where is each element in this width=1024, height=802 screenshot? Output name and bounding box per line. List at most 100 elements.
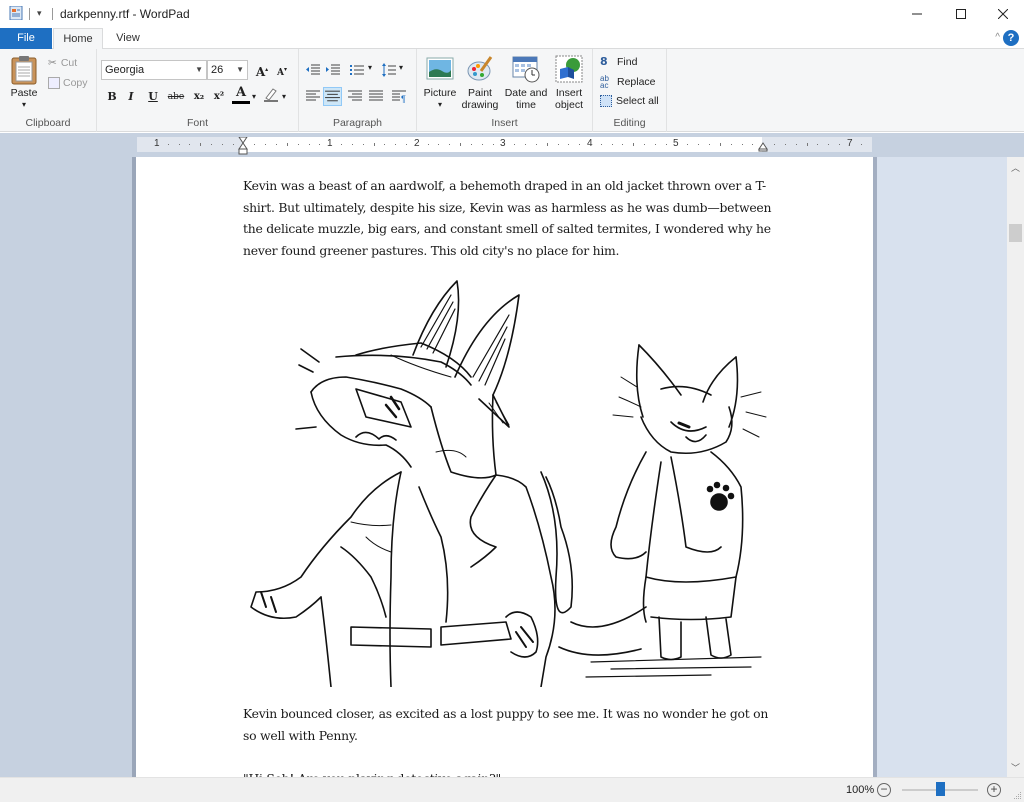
paragraph-group-label: Paragraph bbox=[332, 117, 383, 129]
ruler-tick bbox=[319, 144, 320, 145]
tab-file[interactable]: File bbox=[0, 28, 52, 49]
replace-button[interactable]: ab ac Replace bbox=[600, 75, 656, 90]
ruler-tick bbox=[558, 144, 559, 145]
tab-home[interactable]: Home bbox=[53, 28, 103, 50]
customize-quick-access-button[interactable]: ▾ bbox=[37, 8, 42, 19]
line-spacing-dropdown[interactable]: ▾ bbox=[399, 63, 403, 72]
highlight-color-dropdown[interactable]: ▾ bbox=[280, 87, 288, 107]
date-time-button[interactable]: Date and time bbox=[503, 55, 549, 111]
superscript-button[interactable]: x² bbox=[210, 87, 228, 107]
separator bbox=[52, 8, 53, 20]
bold-button[interactable]: B bbox=[103, 87, 121, 107]
picture-dropdown-arrow[interactable]: ▾ bbox=[421, 99, 459, 111]
document-page[interactable]: Kevin was a beast of an aardwolf, a behe… bbox=[136, 157, 873, 777]
scroll-up-arrow-icon[interactable]: ︿ bbox=[1007, 161, 1024, 175]
paint-palette-icon bbox=[467, 56, 493, 81]
underline-button[interactable]: U bbox=[144, 87, 162, 107]
document-paragraph[interactable]: Kevin was a beast of an aardwolf, a behe… bbox=[243, 175, 783, 262]
ruler-tick bbox=[460, 143, 461, 146]
clipboard-icon bbox=[11, 56, 37, 85]
copy-button[interactable]: Copy bbox=[48, 77, 88, 89]
font-size-value: 26 bbox=[211, 64, 224, 76]
align-right-icon[interactable] bbox=[347, 88, 363, 104]
line-spacing-icon[interactable] bbox=[381, 62, 397, 78]
increase-indent-icon[interactable] bbox=[325, 62, 341, 78]
ruler-tick bbox=[655, 144, 656, 145]
grow-font-button[interactable]: A▴ bbox=[253, 60, 271, 80]
ruler-tick bbox=[828, 144, 829, 145]
resize-grip-icon[interactable] bbox=[1014, 792, 1022, 800]
highlight-color-button[interactable] bbox=[262, 86, 280, 106]
ruler-tick bbox=[287, 143, 288, 146]
scroll-down-arrow-icon[interactable]: ﹀ bbox=[1007, 761, 1024, 775]
highlighter-icon bbox=[264, 88, 278, 102]
ruler-tick bbox=[720, 143, 721, 146]
grow-font-icon: A bbox=[255, 65, 266, 79]
page-shadow-right bbox=[873, 157, 877, 777]
text-color-button[interactable]: A bbox=[232, 85, 250, 104]
replace-label: Replace bbox=[617, 76, 656, 88]
zoom-slider-thumb[interactable] bbox=[936, 782, 945, 796]
decrease-indent-icon[interactable] bbox=[305, 62, 321, 78]
insert-object-button[interactable]: Insert object bbox=[549, 55, 589, 111]
document-paragraph[interactable]: "Hi Seb! Are you playing detective again… bbox=[243, 768, 783, 777]
wordpad-app-icon[interactable] bbox=[9, 6, 23, 20]
ruler-tick bbox=[525, 144, 526, 145]
font-family-select[interactable]: Georgia ▼ bbox=[101, 60, 207, 80]
ruler-tick bbox=[633, 143, 634, 146]
ruler-tick bbox=[514, 144, 515, 145]
editing-group: 𝟴 Find ab ac Replace Select all Editing bbox=[593, 49, 667, 132]
calendar-clock-icon bbox=[512, 56, 540, 83]
italic-button[interactable]: I bbox=[122, 87, 140, 107]
close-button[interactable] bbox=[980, 0, 1024, 28]
strikethrough-button[interactable]: abe bbox=[165, 87, 187, 107]
ruler-tick bbox=[644, 144, 645, 145]
bullet-list-dropdown[interactable]: ▾ bbox=[368, 63, 372, 72]
align-center-icon[interactable] bbox=[323, 87, 342, 106]
clipboard-group-label: Clipboard bbox=[25, 117, 71, 129]
font-size-select[interactable]: 26 ▼ bbox=[207, 60, 248, 80]
cut-button[interactable]: ✂ Cut bbox=[48, 57, 77, 69]
minimize-button[interactable] bbox=[894, 0, 940, 28]
ruler-tick bbox=[817, 144, 818, 145]
bullet-list-icon[interactable] bbox=[349, 62, 365, 78]
insert-object-label-2: object bbox=[554, 99, 584, 111]
paragraph-settings-icon[interactable]: ¶ bbox=[391, 88, 407, 104]
justify-icon[interactable] bbox=[368, 88, 384, 104]
text-color-dropdown[interactable]: ▾ bbox=[250, 87, 258, 107]
date-time-label-1: Date and bbox=[504, 87, 548, 99]
paste-button[interactable]: Paste ▾ bbox=[6, 55, 42, 111]
svg-text:¶: ¶ bbox=[401, 94, 406, 104]
zoom-out-button[interactable]: − bbox=[877, 783, 891, 797]
ruler-tick bbox=[168, 144, 169, 145]
select-all-button[interactable]: Select all bbox=[600, 95, 659, 107]
find-button[interactable]: 𝟴 Find bbox=[600, 55, 637, 69]
tab-view[interactable]: View bbox=[104, 28, 152, 49]
paint-drawing-button[interactable]: Paint drawing bbox=[460, 55, 500, 111]
text-color-icon: A bbox=[235, 85, 247, 100]
insert-picture-button[interactable]: Picture ▾ bbox=[421, 55, 459, 111]
shrink-font-button[interactable]: A▾ bbox=[273, 60, 291, 80]
indent-marker-right[interactable] bbox=[758, 142, 768, 152]
clipboard-group: Paste ▾ ✂ Cut Copy Clipboard bbox=[0, 49, 97, 132]
document-paragraph[interactable]: Kevin bounced closer, as excited as a lo… bbox=[243, 703, 783, 746]
ruler-tick bbox=[687, 144, 688, 145]
ruler-tick bbox=[438, 144, 439, 145]
editing-group-label: Editing bbox=[613, 117, 646, 129]
zoom-in-button[interactable]: + bbox=[987, 783, 1001, 797]
vertical-scrollbar[interactable]: ︿ ﹀ bbox=[1007, 157, 1024, 777]
ruler-tick bbox=[449, 144, 450, 145]
embedded-sketch-image[interactable]: Sketch of an aardwolf in a hat and trenc… bbox=[241, 277, 771, 687]
maximize-button[interactable] bbox=[938, 0, 984, 28]
help-icon[interactable]: ? bbox=[1003, 30, 1019, 46]
scroll-thumb[interactable] bbox=[1009, 224, 1022, 242]
subscript-button[interactable]: x₂ bbox=[190, 87, 208, 107]
ruler-tick bbox=[428, 144, 429, 145]
indent-marker-left[interactable] bbox=[238, 137, 248, 157]
ruler-tick bbox=[612, 144, 613, 145]
ruler-tick bbox=[189, 144, 190, 145]
minimize-ribbon-button[interactable]: ^ bbox=[995, 32, 1000, 43]
align-left-icon[interactable] bbox=[305, 88, 321, 104]
paste-dropdown-arrow[interactable]: ▾ bbox=[6, 99, 42, 111]
ruler[interactable]: 1 1 2 3 4 5 7 bbox=[137, 137, 872, 155]
